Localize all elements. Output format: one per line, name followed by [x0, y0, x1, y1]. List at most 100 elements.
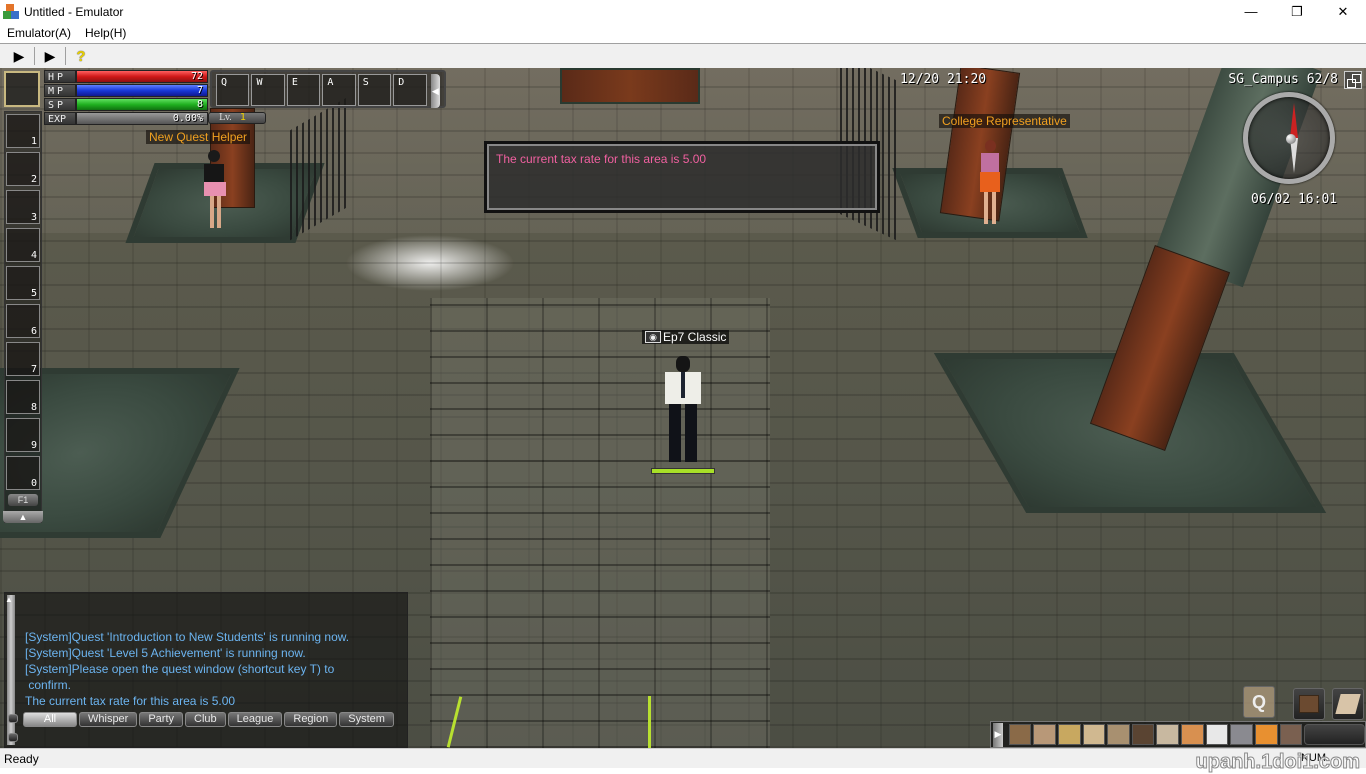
- chat-tab-all[interactable]: All: [23, 712, 77, 727]
- player-name-tag[interactable]: ◉ Ep7 Classic: [642, 330, 730, 344]
- bag-icon[interactable]: [1008, 724, 1032, 745]
- guild-emblem-icon: ◉: [645, 331, 661, 343]
- player-name: Ep7 Classic: [663, 330, 727, 344]
- zone-location: SG_Campus 62/8: [1228, 72, 1338, 87]
- menu-help[interactable]: Help(H): [78, 26, 133, 40]
- quest-book-icon[interactable]: [1107, 724, 1130, 745]
- quick-slot-4[interactable]: 4: [6, 228, 40, 262]
- status-bar: Ready NUM: [0, 748, 1366, 768]
- arrow-up-icon: ▲: [18, 512, 28, 522]
- menu-bar-expand-button[interactable]: ▶: [993, 722, 1003, 747]
- chat-tab-club[interactable]: Club: [185, 712, 226, 727]
- skill-slot-a[interactable]: A: [322, 74, 356, 106]
- chat-tab-whisper[interactable]: Whisper: [79, 712, 138, 727]
- skill-slot-s[interactable]: S: [357, 74, 392, 106]
- npc-label-new-quest-helper[interactable]: New Quest Helper: [146, 130, 251, 144]
- club-icon[interactable]: [1156, 724, 1180, 745]
- mp-bar: MP 7: [44, 84, 208, 97]
- help-button[interactable]: ?: [68, 45, 94, 67]
- close-button[interactable]: ✕: [1320, 0, 1366, 23]
- world-map-icon[interactable]: [1181, 724, 1204, 745]
- step-icon: ▶: [44, 47, 56, 64]
- more-icon[interactable]: [1304, 724, 1365, 745]
- quick-slot-bar: 1 2 3 4 5 6 7 8 9 0 F1: [4, 111, 42, 523]
- level-indicator: Lv. 1: [208, 112, 266, 124]
- chat-scroll-handle[interactable]: [8, 733, 18, 742]
- minimap-toggle-icon[interactable]: [1344, 71, 1362, 89]
- quick-slot-7[interactable]: 7: [6, 342, 40, 376]
- status-bars: HP 72 MP 7 SP 8 EXP 0.00%: [44, 70, 208, 126]
- restore-icon: ❐: [1291, 3, 1303, 19]
- player-hp-bar: [651, 468, 715, 474]
- chat-tab-league[interactable]: League: [227, 712, 283, 727]
- npc-label-college-representative[interactable]: College Representative: [939, 114, 1070, 128]
- game-viewport[interactable]: New Quest Helper College Representative …: [0, 68, 1366, 748]
- mp-value: 7: [196, 85, 203, 96]
- skills-icon: [1335, 694, 1361, 714]
- quick-slot-8[interactable]: 8: [6, 380, 40, 414]
- exp-bar: EXP 0.00%: [44, 112, 208, 125]
- hp-value: 72: [190, 71, 203, 82]
- journal-button[interactable]: [1293, 688, 1325, 720]
- quest-button[interactable]: Q: [1243, 686, 1275, 718]
- npc-new-quest-helper[interactable]: [200, 150, 230, 232]
- menu-bar: Emulator(A) Help(H): [0, 23, 1366, 43]
- player-character[interactable]: [662, 356, 706, 468]
- chat-scroll-up-icon[interactable]: ▲: [5, 595, 13, 604]
- toolbar: ▶ ▶ ?: [0, 43, 1366, 68]
- skill-slot-q[interactable]: Q: [216, 74, 250, 106]
- game-clock: 12/20 21:20: [900, 72, 987, 87]
- skills-button[interactable]: [1332, 688, 1364, 720]
- dance-icon[interactable]: [1279, 724, 1303, 745]
- sp-bar: SP 8: [44, 98, 208, 111]
- level-value: 1: [239, 112, 246, 123]
- central-structure: [560, 68, 700, 104]
- system-icon[interactable]: [1205, 724, 1229, 745]
- mp-label: MP: [44, 84, 76, 97]
- quick-slot-0[interactable]: 0: [6, 456, 40, 490]
- arrow-left-icon: ◀: [431, 85, 439, 96]
- quick-slot-5[interactable]: 5: [6, 266, 40, 300]
- restore-button[interactable]: ❐: [1274, 0, 1320, 23]
- inventory-icon[interactable]: [1131, 724, 1155, 745]
- quick-bar-toggle-button[interactable]: ▲: [3, 511, 43, 523]
- watermark: upanh.1doi1.com: [1195, 751, 1360, 774]
- quick-slot-1[interactable]: 1: [6, 114, 40, 148]
- map-icon[interactable]: [1058, 724, 1081, 745]
- chat-tab-party[interactable]: Party: [139, 712, 184, 727]
- play-button[interactable]: ▶: [6, 45, 32, 67]
- character-icon[interactable]: [1033, 724, 1057, 745]
- chat-line: [System]Please open the quest window (sh…: [25, 662, 335, 676]
- chat-tab-region[interactable]: Region: [284, 712, 338, 727]
- quick-slot-3[interactable]: 3: [6, 190, 40, 224]
- menu-emulator[interactable]: Emulator(A): [0, 26, 78, 40]
- quick-slot-6[interactable]: 6: [6, 304, 40, 338]
- gift-icon[interactable]: [1230, 724, 1253, 745]
- zone-boundary-line: [648, 696, 651, 748]
- help-icon: ?: [76, 47, 86, 65]
- chat-resize-handle[interactable]: [8, 714, 18, 723]
- skill-slot-w[interactable]: W: [251, 74, 285, 106]
- chat-tabs: All Whisper Party Club League Region Sys…: [23, 712, 394, 727]
- step-button[interactable]: ▶: [37, 45, 63, 67]
- close-icon: ✕: [1337, 3, 1349, 19]
- event-gift-icon[interactable]: [1254, 724, 1278, 745]
- skill-bar-collapse-button[interactable]: ◀: [430, 74, 440, 108]
- skill-slot-d[interactable]: D: [393, 74, 427, 106]
- character-portrait[interactable]: [4, 71, 40, 107]
- quick-page-button[interactable]: F1: [8, 494, 38, 506]
- skill-slot-e[interactable]: E: [286, 74, 321, 106]
- compass-needle-north: [1290, 103, 1298, 138]
- skill-icon[interactable]: [1082, 724, 1106, 745]
- minimize-button[interactable]: —: [1228, 0, 1274, 23]
- chat-tab-system[interactable]: System: [339, 712, 394, 727]
- chat-line: The current tax rate for this area is 5.…: [25, 694, 236, 708]
- quick-slot-2[interactable]: 2: [6, 152, 40, 186]
- compass-icon[interactable]: [1243, 92, 1335, 184]
- window-title: Untitled - Emulator: [24, 4, 124, 19]
- chat-line: [System]Quest 'Introduction to New Stude…: [25, 630, 350, 644]
- quick-slot-9[interactable]: 9: [6, 418, 40, 452]
- toolbar-separator: [65, 47, 66, 65]
- npc-college-representative[interactable]: [977, 140, 1005, 226]
- hp-label: HP: [44, 70, 76, 83]
